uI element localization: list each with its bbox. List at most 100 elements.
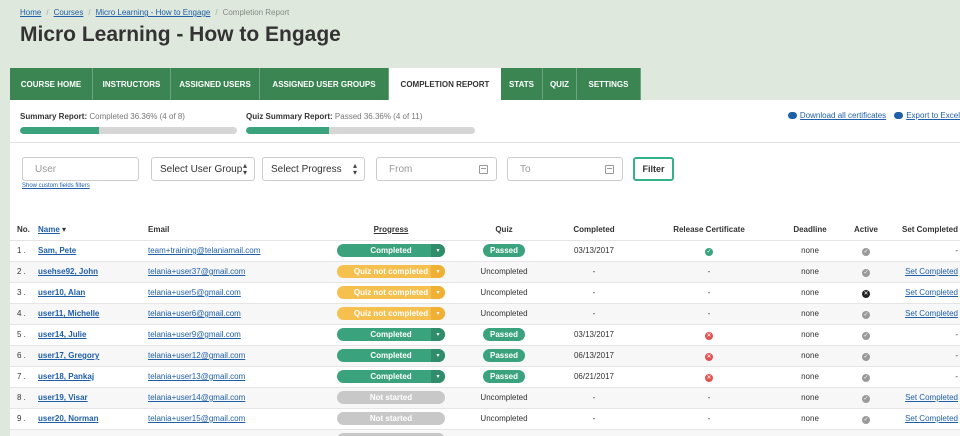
row-certificate-cell: ✓ [639,239,779,261]
progress-label: Completed [370,372,412,381]
progress-dropdown[interactable]: Quiz not completed ▾ [337,265,445,278]
from-date-input[interactable]: From [376,157,497,181]
tab-assigned-user-groups[interactable]: ASSIGNED USER GROUPS [260,68,389,100]
progress-label: Completed [370,330,412,339]
row-number: 4 . [10,302,38,324]
progress-dropdown[interactable]: Completed ▾ [337,349,445,362]
row-quiz-cell: Uncompleted [459,407,549,429]
progress-dropdown[interactable]: Completed ▾ [337,328,445,341]
user-name-link[interactable]: user17, Gregory [38,351,99,360]
check-circle-icon[interactable]: ✓ [862,268,870,277]
tab-quiz[interactable]: QUIZ [543,68,577,100]
check-circle-icon[interactable]: ✓ [862,415,870,424]
check-circle-icon[interactable]: ✓ [862,352,870,361]
user-name-link[interactable]: user20, Norman [38,414,98,423]
row-deadline: none [779,260,841,282]
progress-dropdown[interactable]: Not started [337,412,445,425]
user-name-link[interactable]: user10, Alan [38,288,85,297]
tab-instructors[interactable]: INSTRUCTORS [93,68,171,100]
report-panel: Summary Report: Completed 36.36% (4 of 8… [10,100,960,436]
row-set-completed-cell: - [891,239,960,261]
progress-label: Completed [370,246,412,255]
user-email-link[interactable]: telania+user15@gmail.com [148,414,245,423]
progress-select[interactable]: Select Progress ▴ ▾ [262,157,365,181]
row-email-cell: telania+user12@gmail.com [148,344,323,366]
user-email-link[interactable]: telania+user14@gmail.com [148,393,245,402]
x-circle-icon[interactable]: ✕ [862,289,870,298]
quiz-summary-report: Quiz Summary Report: Passed 36.36% (4 of… [246,112,422,121]
to-date-input[interactable]: To [507,157,623,181]
check-circle-icon: ✓ [705,247,713,256]
tab-course-home[interactable]: COURSE HOME [10,68,93,100]
progress-dropdown[interactable]: Not started [337,391,445,404]
set-completed-link[interactable]: Set Completed [905,288,958,297]
progress-dropdown[interactable]: Quiz not completed ▾ [337,307,445,320]
tab-completion-report[interactable]: COMPLETION REPORT [389,68,501,100]
row-number: 1 . [10,239,38,261]
chevron-down-icon: ▾ [431,244,445,257]
row-email-cell: telania+user9@gmail.com [148,323,323,345]
page-title: Micro Learning - How to Engage [20,23,341,46]
user-email-link[interactable]: telania+user13@gmail.com [148,372,245,381]
user-name-link[interactable]: user11, Michelle [38,309,99,318]
custom-fields-filter-link[interactable]: Show custom fields filters [22,183,90,189]
row-number: 9 . [10,407,38,429]
user-name-link[interactable]: user14, Julie [38,330,86,339]
set-completed-link[interactable]: Set Completed [905,393,958,402]
breadcrumb-course-link[interactable]: Micro Learning - How to Engage [96,8,211,17]
download-certificates-link[interactable]: Download all certificates [787,111,886,120]
set-completed-link[interactable]: Set Completed [905,414,958,423]
user-name-link[interactable]: user19, Visar [38,393,88,402]
user-group-select[interactable]: Select User Group ▴ ▾ [151,157,255,181]
export-excel-link[interactable]: Export to Excel [894,111,960,120]
user-email-link[interactable]: team+training@telaniamail.com [148,246,260,255]
user-email-link[interactable]: telania+user9@gmail.com [148,330,241,339]
name-sort-link[interactable]: Name [38,225,60,234]
check-circle-icon[interactable]: ✓ [862,310,870,319]
progress-dropdown[interactable]: Completed ▾ [337,370,445,383]
set-completed-text: - [955,330,958,339]
user-name-link[interactable]: usehse92, John [38,267,98,276]
check-circle-icon[interactable]: ✓ [862,394,870,403]
breadcrumb-courses-link[interactable]: Courses [54,8,84,17]
calendar-icon[interactable] [605,165,614,174]
user-email-link[interactable]: telania+user6@gmail.com [148,309,241,318]
check-circle-icon[interactable]: ✓ [862,331,870,340]
row-progress-cell: Completed ▾ [323,239,459,261]
breadcrumb-home-link[interactable]: Home [20,8,41,17]
progress-dropdown[interactable]: Quiz not completed ▾ [337,286,445,299]
progress-dropdown[interactable]: Completed ▾ [337,244,445,257]
row-certificate-cell: - [639,302,779,324]
tab-settings[interactable]: SETTINGS [577,68,641,100]
row-deadline: none [779,386,841,408]
user-name-link[interactable]: Sam, Pete [38,246,76,255]
cert-text: - [707,393,711,402]
set-completed-link[interactable]: Set Completed [905,267,958,276]
user-email-link[interactable]: telania+user5@gmail.com [148,288,241,297]
set-completed-link[interactable]: Set Completed [905,309,958,318]
column-header-progress[interactable]: Progress [323,219,459,240]
row-email-cell: telania+user5@gmail.com [148,281,323,303]
row-email-cell: telania+user15@gmail.com [148,407,323,429]
check-circle-icon[interactable]: ✓ [862,247,870,256]
tab-stats[interactable]: STATS [501,68,543,100]
summary-progress-fill [20,127,99,134]
user-email-link[interactable]: telania+user12@gmail.com [148,351,245,360]
row-quiz-cell: Uncompleted [459,386,549,408]
column-header-name[interactable]: Name ▾ [38,219,148,240]
tab-assigned-users[interactable]: ASSIGNED USERS [171,68,260,100]
user-name-link[interactable]: user18, Pankaj [38,372,94,381]
row-progress-cell: Quiz not completed ▾ [323,302,459,324]
quiz-summary-value: Passed 36.36% (4 of 11) [334,112,423,121]
quiz-passed-badge: Passed [482,244,526,257]
calendar-icon[interactable] [479,165,488,174]
check-circle-icon[interactable]: ✓ [862,373,870,382]
user-filter-input[interactable]: User [22,157,139,181]
row-number: 3 . [10,281,38,303]
row-email-cell: telania+user16@gmail.com [148,428,323,436]
quiz-status: Uncompleted [480,393,528,402]
row-name-cell: user14, Julie [38,323,148,345]
row-active-cell: ✓ [841,260,891,282]
filter-button[interactable]: Filter [633,157,674,181]
user-email-link[interactable]: telania+user37@gmail.com [148,267,245,276]
